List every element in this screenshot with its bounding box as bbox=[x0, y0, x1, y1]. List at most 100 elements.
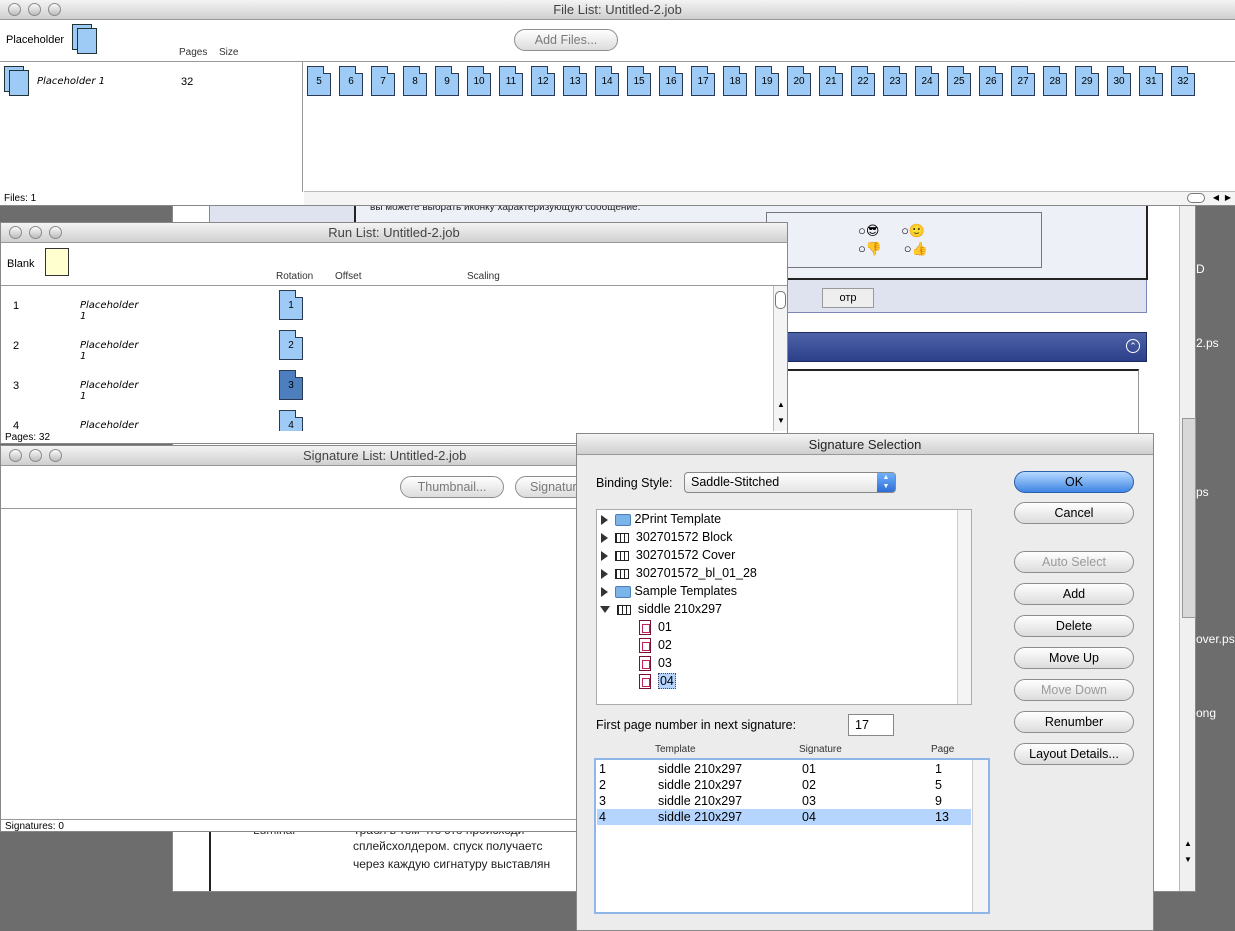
disclosure-triangle-icon[interactable] bbox=[601, 586, 608, 597]
page-thumbnail[interactable]: 18 bbox=[723, 66, 747, 96]
table-row[interactable]: 2 siddle 210x297 02 5 bbox=[597, 777, 971, 793]
tree-subitem[interactable]: 02 bbox=[639, 636, 672, 654]
table-row[interactable]: 2 Placeholder 1 2 bbox=[1, 326, 303, 366]
vertical-scrollbar[interactable]: ▲ ▼ bbox=[773, 286, 787, 431]
scroll-up-arrow-icon[interactable]: ▲ bbox=[777, 400, 785, 409]
scroll-down-arrow-icon[interactable]: ▼ bbox=[777, 416, 785, 425]
minimize-icon[interactable] bbox=[29, 449, 42, 462]
zoom-icon[interactable] bbox=[49, 449, 62, 462]
desktop-label[interactable]: D bbox=[1196, 262, 1205, 276]
tree-scrollbar[interactable] bbox=[957, 510, 971, 704]
minimize-icon[interactable] bbox=[29, 226, 42, 239]
page-thumbnail[interactable]: 24 bbox=[915, 66, 939, 96]
tree-item[interactable]: siddle 210x297 bbox=[600, 600, 722, 618]
placeholder-icon[interactable] bbox=[72, 24, 98, 54]
binding-style-select[interactable]: Saddle-Stitched ▲ ▼ bbox=[684, 472, 896, 493]
file-name[interactable]: Placeholder 1 bbox=[37, 76, 105, 87]
thumbnail-button[interactable]: Thumbnail... bbox=[400, 476, 504, 498]
table-row[interactable]: 1 siddle 210x297 01 1 bbox=[597, 761, 971, 777]
signature-table[interactable]: 1 siddle 210x297 01 1 2 siddle 210x297 0… bbox=[594, 758, 990, 914]
delete-button[interactable]: Delete bbox=[1014, 615, 1134, 637]
desktop-label[interactable]: 2.ps bbox=[1196, 336, 1219, 350]
page-thumbnail[interactable]: 17 bbox=[691, 66, 715, 96]
page-thumbnail[interactable]: 19 bbox=[755, 66, 779, 96]
page-thumbnail[interactable]: 12 bbox=[531, 66, 555, 96]
desktop-scrollbar[interactable] bbox=[1182, 418, 1196, 618]
page-thumbnail[interactable]: 10 bbox=[467, 66, 491, 96]
page-thumbnail[interactable]: 8 bbox=[403, 66, 427, 96]
tree-subitem[interactable]: 01 bbox=[639, 618, 672, 636]
page-thumbnail[interactable]: 4 bbox=[279, 410, 303, 431]
file-icon[interactable] bbox=[4, 66, 30, 98]
add-button[interactable]: Add bbox=[1014, 583, 1134, 605]
page-thumbnail[interactable]: 11 bbox=[499, 66, 523, 96]
disclosure-triangle-icon[interactable] bbox=[601, 514, 608, 525]
page-thumbnail[interactable]: 25 bbox=[947, 66, 971, 96]
cancel-button[interactable]: Cancel bbox=[1014, 502, 1134, 524]
blank-page-icon[interactable] bbox=[45, 248, 69, 276]
background-preview-button[interactable]: отр bbox=[822, 288, 874, 308]
page-thumbnail[interactable]: 32 bbox=[1171, 66, 1195, 96]
auto-select-button[interactable]: Auto Select bbox=[1014, 551, 1134, 573]
table-row[interactable]: 3 Placeholder 1 3 bbox=[1, 366, 303, 406]
ok-button[interactable]: OK bbox=[1014, 471, 1134, 493]
page-thumbnail[interactable]: 6 bbox=[339, 66, 363, 96]
add-files-button[interactable]: Add Files... bbox=[514, 29, 618, 51]
tree-item[interactable]: Sample Templates bbox=[601, 582, 737, 600]
table-scrollbar[interactable] bbox=[972, 760, 988, 912]
disclosure-triangle-icon[interactable] bbox=[601, 550, 608, 561]
page-thumbnail[interactable]: 26 bbox=[979, 66, 1003, 96]
tree-item[interactable]: 302701572 Cover bbox=[601, 546, 735, 564]
close-icon[interactable] bbox=[9, 226, 22, 239]
page-thumbnail[interactable]: 29 bbox=[1075, 66, 1099, 96]
scroll-thumb[interactable] bbox=[1187, 193, 1205, 203]
tree-subitem-selected[interactable]: 04 bbox=[639, 672, 676, 690]
close-icon[interactable] bbox=[8, 3, 21, 16]
page-thumbnail[interactable]: 27 bbox=[1011, 66, 1035, 96]
desktop-label[interactable]: over.ps bbox=[1196, 632, 1235, 646]
zoom-icon[interactable] bbox=[49, 226, 62, 239]
page-thumbnail[interactable]: 30 bbox=[1107, 66, 1131, 96]
desktop-label[interactable]: ps bbox=[1196, 485, 1209, 499]
page-thumbnail[interactable]: 15 bbox=[627, 66, 651, 96]
page-thumbnail[interactable]: 31 bbox=[1139, 66, 1163, 96]
desktop-label[interactable]: ong bbox=[1196, 706, 1216, 720]
page-thumbnail[interactable]: 2 bbox=[279, 330, 303, 360]
page-thumbnail[interactable]: 1 bbox=[279, 290, 303, 320]
zoom-icon[interactable] bbox=[48, 3, 61, 16]
page-thumbnail[interactable]: 7 bbox=[371, 66, 395, 96]
page-thumbnail[interactable]: 20 bbox=[787, 66, 811, 96]
scroll-right-arrow-icon[interactable]: ▶ bbox=[1225, 193, 1231, 202]
scroll-left-arrow-icon[interactable]: ◀ bbox=[1213, 193, 1219, 202]
scroll-up-arrow-icon[interactable]: ▲ bbox=[1184, 839, 1192, 848]
tree-subitem[interactable]: 03 bbox=[639, 654, 672, 672]
disclosure-triangle-icon[interactable] bbox=[601, 532, 608, 543]
page-thumbnail[interactable]: 13 bbox=[563, 66, 587, 96]
page-thumbnail[interactable]: 28 bbox=[1043, 66, 1067, 96]
page-thumbnail[interactable]: 22 bbox=[851, 66, 875, 96]
disclosure-triangle-open-icon[interactable] bbox=[600, 606, 610, 614]
collapse-icon[interactable]: ⌃ bbox=[1126, 339, 1140, 353]
page-thumbnail-selected[interactable]: 3 bbox=[279, 370, 303, 400]
tree-item[interactable]: 302701572_bl_01_28 bbox=[601, 564, 757, 582]
tree-item[interactable]: 2Print Template bbox=[601, 510, 721, 528]
first-page-input[interactable]: 17 bbox=[848, 714, 894, 736]
horizontal-scrollbar[interactable]: ◀ ▶ bbox=[304, 191, 1235, 205]
scroll-down-arrow-icon[interactable]: ▼ bbox=[1184, 855, 1192, 864]
scroll-thumb[interactable] bbox=[775, 291, 786, 309]
table-row[interactable]: 3 siddle 210x297 03 9 bbox=[597, 793, 971, 809]
page-thumbnail[interactable]: 9 bbox=[435, 66, 459, 96]
table-row[interactable]: 4 Placeholder 1 4 bbox=[1, 406, 303, 431]
table-row-selected[interactable]: 4 siddle 210x297 04 13 bbox=[597, 809, 971, 825]
page-thumbnail[interactable]: 5 bbox=[307, 66, 331, 96]
tree-item[interactable]: 302701572 Block bbox=[601, 528, 733, 546]
page-thumbnail[interactable]: 23 bbox=[883, 66, 907, 96]
minimize-icon[interactable] bbox=[28, 3, 41, 16]
close-icon[interactable] bbox=[9, 449, 22, 462]
page-thumbnail[interactable]: 21 bbox=[819, 66, 843, 96]
move-up-button[interactable]: Move Up bbox=[1014, 647, 1134, 669]
page-thumbnail[interactable]: 14 bbox=[595, 66, 619, 96]
layout-details-button[interactable]: Layout Details... bbox=[1014, 743, 1134, 765]
disclosure-triangle-icon[interactable] bbox=[601, 568, 608, 579]
template-tree[interactable]: 2Print Template 302701572 Block 30270157… bbox=[596, 509, 972, 705]
